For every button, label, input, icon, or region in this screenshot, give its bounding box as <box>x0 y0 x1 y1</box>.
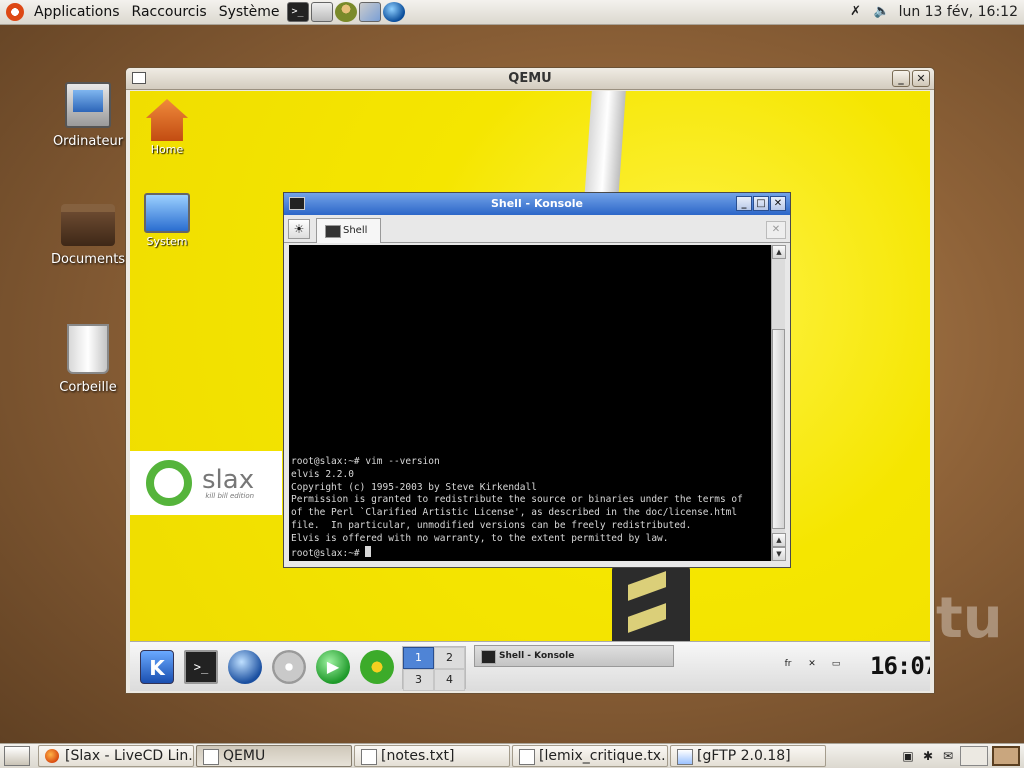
terminal-line: root@slax:~# vim --version <box>291 455 440 467</box>
network-disconnected-icon[interactable]: ✗ <box>847 4 865 20</box>
konsole-tabbar: ☀ Shell ✕ <box>284 215 790 243</box>
pager-desktop-3[interactable]: 3 <box>403 669 434 691</box>
desktop-icon-label: Documents <box>50 252 126 267</box>
terminal-scrollbar[interactable]: ▲ ▲ ▼ <box>771 245 786 561</box>
scroll-down-icon[interactable]: ▼ <box>772 547 786 561</box>
show-desktop-icon[interactable] <box>4 746 30 766</box>
terminal-prompt-line[interactable]: root@slax:~# <box>291 546 769 561</box>
trash-icon <box>67 324 109 374</box>
slax-logo-text: slax <box>202 464 255 495</box>
taskbar-item-gftp[interactable]: [gFTP 2.0.18] <box>670 745 826 767</box>
top-panel: Applications Raccourcis Système >_ ✗ 🔈 l… <box>0 0 1024 25</box>
qemu-title: QEMU <box>508 71 552 86</box>
display-icon[interactable]: ▭ <box>826 656 846 672</box>
guest-icon-system[interactable]: System <box>132 193 202 248</box>
pager-desktop-1[interactable]: 1 <box>403 647 434 669</box>
terminal-line: elvis 2.2.0 <box>291 468 354 480</box>
terminal-output[interactable]: root@slax:~# vim --version elvis 2.2.0 C… <box>289 245 771 561</box>
scroll-up-icon[interactable]: ▲ <box>772 533 786 547</box>
slax-logo-subtitle: kill bill edition <box>205 491 255 500</box>
menu-raccourcis[interactable]: Raccourcis <box>126 0 213 25</box>
new-session-icon[interactable]: ☀ <box>288 219 310 239</box>
konsole-window-icon[interactable] <box>289 197 305 210</box>
computer-icon <box>65 82 111 128</box>
terminal-line: Permission is granted to redistribute th… <box>291 494 743 506</box>
media-player-icon[interactable]: ▶ <box>316 649 350 684</box>
wallpaper-hilt <box>612 566 690 646</box>
taskbar-item-lemix[interactable]: [lemix_critique.tx... <box>512 745 668 767</box>
guest-icon-home[interactable]: Home <box>132 99 202 156</box>
konsole-maximize-button[interactable]: □ <box>753 196 769 211</box>
workspace-1[interactable] <box>960 746 988 766</box>
tools-icon[interactable]: ✱ <box>920 748 936 764</box>
kde-systray: fr ✕ ▭ <box>778 656 846 672</box>
konsole-minimize-button[interactable]: _ <box>736 196 752 211</box>
kde-clock[interactable]: 16:07 <box>870 652 930 680</box>
network-icon[interactable]: ▣ <box>900 748 916 764</box>
terminal-line: Elvis is offered with no warranty, to th… <box>291 533 669 545</box>
home-icon <box>146 99 188 141</box>
window-menu-icon[interactable] <box>132 72 146 84</box>
slax-logo-icon <box>146 460 192 506</box>
desktop-pager: 1 2 3 4 <box>402 646 466 691</box>
kde-panel: K >_ ▶ 1 2 3 4 Shell - Konsole fr ✕ ▭ 16… <box>130 641 930 691</box>
guest-icon-label: System <box>146 235 188 248</box>
konsole-window: Shell - Konsole _ □ ✕ ☀ Shell ✕ root@sla… <box>283 192 791 568</box>
close-session-icon[interactable]: ✕ <box>766 221 786 239</box>
desktop-icon-label: Ordinateur <box>52 134 124 149</box>
taskbar-item-slax[interactable]: [Slax - LiveCD Lin... <box>38 745 194 767</box>
bottom-panel: [Slax - LiveCD Lin... QEMU [notes.txt] [… <box>0 743 1024 768</box>
keyboard-layout-icon[interactable]: fr <box>778 656 798 672</box>
wallpaper-blade <box>584 91 626 201</box>
pager-desktop-4[interactable]: 4 <box>434 669 465 691</box>
web-browser-icon[interactable] <box>382 2 405 22</box>
kde-taskbar-item[interactable]: Shell - Konsole <box>474 645 674 667</box>
qemu-titlebar[interactable]: QEMU _ ✕ <box>126 68 934 90</box>
guest-icon-label: Home <box>150 143 184 156</box>
browser-launcher-icon[interactable] <box>228 649 262 684</box>
terminal-prompt: root@slax:~# <box>291 548 366 560</box>
qemu-window: QEMU _ ✕ Home System slax kill bill edit… <box>125 67 935 694</box>
terminal-cursor <box>365 546 372 558</box>
scrollbar-thumb[interactable] <box>772 329 785 529</box>
terminal-icon[interactable]: >_ <box>286 2 309 22</box>
workspace-2[interactable] <box>992 746 1020 766</box>
pager-desktop-2[interactable]: 2 <box>434 647 465 669</box>
scroll-up-icon[interactable]: ▲ <box>772 245 786 259</box>
ubuntu-logo-icon[interactable] <box>6 3 24 21</box>
konsole-title: Shell - Konsole <box>490 197 584 210</box>
text-editor-icon[interactable] <box>310 2 333 22</box>
top-clock[interactable]: lun 13 fév, 16:12 <box>899 4 1018 20</box>
system-icon <box>144 193 190 233</box>
bottom-tray: ▣ ✱ ✉ <box>900 746 1024 766</box>
slax-banner: slax kill bill edition <box>130 451 282 515</box>
qemu-close-button[interactable]: ✕ <box>912 70 930 87</box>
network-icon[interactable] <box>358 2 381 22</box>
cd-player-icon[interactable] <box>272 649 306 684</box>
tab-shell[interactable]: Shell <box>316 218 381 243</box>
terminal-line: Copyright (c) 1995-2003 by Steve Kirkend… <box>291 481 537 493</box>
kde-menu-icon[interactable]: K <box>140 649 174 684</box>
menu-applications[interactable]: Applications <box>28 0 126 25</box>
taskbar-item-qemu[interactable]: QEMU <box>196 745 352 767</box>
people-icon[interactable] <box>334 2 357 22</box>
volume-muted-icon[interactable]: ✕ <box>802 656 822 672</box>
taskbar-item-notes[interactable]: [notes.txt] <box>354 745 510 767</box>
volume-icon[interactable]: 🔈 <box>873 4 891 20</box>
konsole-titlebar[interactable]: Shell - Konsole _ □ ✕ <box>284 193 790 215</box>
menu-systeme[interactable]: Système <box>213 0 286 25</box>
terminal-line: file. In particular, unmodified versions… <box>291 520 692 532</box>
qemu-minimize-button[interactable]: _ <box>892 70 910 87</box>
icq-icon[interactable] <box>360 649 394 684</box>
terminal-line: of the Perl `Clarified Artistic License'… <box>291 507 738 519</box>
ubuntu-watermark: tu <box>936 586 1003 651</box>
top-panel-tray: ✗ 🔈 lun 13 fév, 16:12 <box>847 4 1024 20</box>
desktop-icon-label: Corbeille <box>59 380 117 395</box>
guest-screen[interactable]: Home System slax kill bill edition Shell… <box>130 91 930 691</box>
konsole-launcher-icon[interactable]: >_ <box>184 649 218 684</box>
mail-icon[interactable]: ✉ <box>940 748 956 764</box>
konsole-close-button[interactable]: ✕ <box>770 196 786 211</box>
folder-icon <box>61 204 115 246</box>
main-menu: Applications Raccourcis Système >_ <box>0 0 406 25</box>
